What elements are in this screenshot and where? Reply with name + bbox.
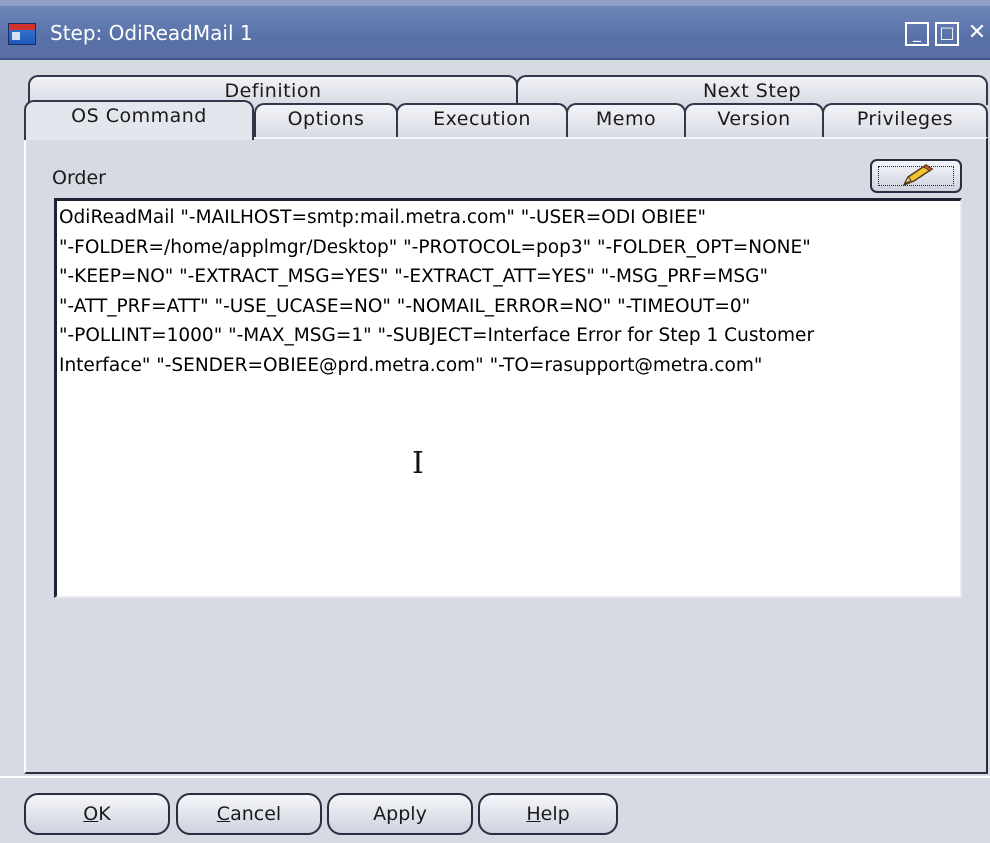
close-button[interactable]: ✕: [965, 22, 989, 46]
tab-privileges-label: Privileges: [856, 108, 954, 130]
tab-execution[interactable]: Execution: [396, 103, 568, 139]
minimize-button[interactable]: _: [905, 22, 929, 46]
command-textarea[interactable]: OdiReadMail "-MAILHOST=smtp:mail.metra.c…: [54, 198, 962, 598]
pencil-icon: [902, 164, 934, 187]
command-line: OdiReadMail "-MAILHOST=smtp:mail.metra.c…: [59, 207, 707, 228]
command-line: Interface" "-SENDER=OBIEE@prd.metra.com"…: [59, 354, 763, 376]
ok-label-rest: K: [98, 803, 111, 825]
button-bar-separator: [0, 776, 990, 778]
tab-execution-label: Execution: [433, 108, 531, 130]
tab-version-label: Version: [717, 108, 791, 130]
maximize-button[interactable]: □: [935, 22, 959, 46]
command-line: "-ATT_PRF=ATT" "-USE_UCASE=NO" "-NOMAIL_…: [59, 295, 751, 317]
tab-memo[interactable]: Memo: [566, 103, 686, 139]
help-button[interactable]: Help: [478, 793, 618, 835]
ok-button[interactable]: OK: [24, 793, 170, 835]
cancel-label-rest: ancel: [230, 803, 282, 825]
help-label-rest: elp: [540, 803, 570, 825]
tab-definition-label: Definition: [224, 80, 322, 102]
tab-privileges[interactable]: Privileges: [822, 103, 988, 139]
help-mnemonic: H: [526, 803, 541, 825]
tab-version[interactable]: Version: [684, 103, 824, 139]
tab-options-label: Options: [287, 108, 365, 130]
command-line: "-KEEP=NO" "-EXTRACT_MSG=YES" "-EXTRACT_…: [59, 266, 768, 287]
window-title: Step: OdiReadMail 1: [50, 21, 253, 45]
command-line: "-FOLDER=/home/applmgr/Desktop" "-PROTOC…: [59, 236, 811, 258]
step-dialog: Step: OdiReadMail 1 _ □ ✕ Definition Nex…: [0, 0, 990, 843]
text-cursor-icon: Ι: [412, 446, 424, 481]
tab-os-command[interactable]: OS Command: [24, 100, 254, 140]
command-line: "-POLLINT=1000" "-MAX_MSG=1" "-SUBJECT=I…: [59, 325, 815, 346]
tab-os-command-label: OS Command: [71, 105, 207, 127]
apply-label: Apply: [373, 803, 427, 825]
cancel-mnemonic: C: [216, 803, 231, 825]
ok-mnemonic: O: [83, 803, 99, 825]
tab-options[interactable]: Options: [254, 103, 398, 139]
cancel-button[interactable]: Cancel: [176, 793, 322, 835]
tab-memo-label: Memo: [595, 108, 657, 130]
apply-button[interactable]: Apply: [327, 793, 473, 835]
tab-next-step-label: Next Step: [702, 80, 802, 102]
edit-expression-button[interactable]: [870, 159, 962, 193]
tab-next-step[interactable]: Next Step: [516, 75, 988, 105]
window-app-icon: [8, 23, 36, 45]
order-label: Order: [52, 167, 106, 189]
title-bar[interactable]: Step: OdiReadMail 1 _ □ ✕: [0, 6, 990, 60]
